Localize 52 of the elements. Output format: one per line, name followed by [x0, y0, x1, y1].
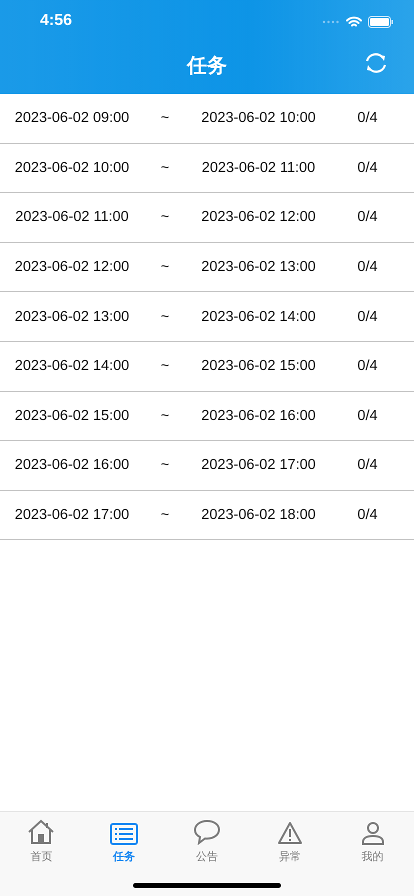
end-time: 2023-06-02 12:00 — [200, 209, 317, 226]
tab-item[interactable]: 首页 — [0, 818, 83, 864]
list-icon — [110, 823, 138, 845]
home-icon — [27, 819, 56, 845]
task-count: 0/4 — [356, 507, 379, 524]
end-time: 2023-06-02 10:00 — [200, 110, 317, 126]
range-separator: ~ — [160, 408, 170, 424]
range-separator: ~ — [160, 259, 170, 276]
start-time: 2023-06-02 15:00 — [14, 408, 130, 424]
end-time: 2023-06-02 11:00 — [200, 160, 316, 176]
speech-bubble-icon — [192, 819, 221, 845]
start-time: 2023-06-02 12:00 — [14, 259, 130, 276]
page-title: 任务 — [187, 54, 227, 78]
range-separator: ~ — [160, 507, 170, 524]
task-count: 0/4 — [356, 110, 379, 126]
task-count: 0/4 — [356, 457, 379, 474]
end-time: 2023-06-02 15:00 — [200, 358, 317, 374]
task-count: 0/4 — [356, 160, 379, 176]
tab-item[interactable]: 公告 — [166, 818, 248, 864]
tab-item[interactable]: 我的 — [331, 818, 414, 864]
task-count: 0/4 — [356, 408, 379, 424]
end-time: 2023-06-02 16:00 — [200, 408, 317, 424]
task-count: 0/4 — [356, 209, 379, 226]
battery-icon — [368, 16, 394, 28]
tab-item[interactable]: 异常 — [248, 818, 332, 864]
range-separator: ~ — [160, 358, 170, 374]
start-time: 2023-06-02 17:00 — [14, 507, 130, 524]
end-time: 2023-06-02 17:00 — [200, 457, 317, 474]
start-time: 2023-06-02 11:00 — [14, 209, 130, 226]
range-separator: ~ — [160, 160, 170, 176]
range-separator: ~ — [160, 457, 170, 474]
start-time: 2023-06-02 13:00 — [14, 308, 130, 325]
range-separator: ~ — [160, 308, 170, 325]
tab-item[interactable]: 任务 — [82, 818, 166, 864]
end-time: 2023-06-02 18:00 — [200, 507, 317, 524]
task-count: 0/4 — [356, 308, 379, 325]
task-count: 0/4 — [356, 358, 379, 374]
signal-icon — [322, 19, 340, 25]
end-time: 2023-06-02 14:00 — [200, 308, 317, 325]
range-separator: ~ — [160, 110, 170, 126]
wifi-icon — [346, 16, 362, 28]
range-separator: ~ — [160, 209, 170, 226]
start-time: 2023-06-02 10:00 — [14, 160, 130, 176]
end-time: 2023-06-02 13:00 — [200, 259, 317, 276]
start-time: 2023-06-02 14:00 — [14, 358, 130, 374]
status-time: 4:56 — [40, 12, 72, 30]
refresh-icon[interactable] — [363, 50, 389, 76]
start-time: 2023-06-02 09:00 — [14, 110, 130, 126]
warning-icon — [276, 821, 303, 845]
person-icon — [360, 821, 385, 845]
start-time: 2023-06-02 16:00 — [14, 457, 130, 474]
task-count: 0/4 — [356, 259, 379, 276]
